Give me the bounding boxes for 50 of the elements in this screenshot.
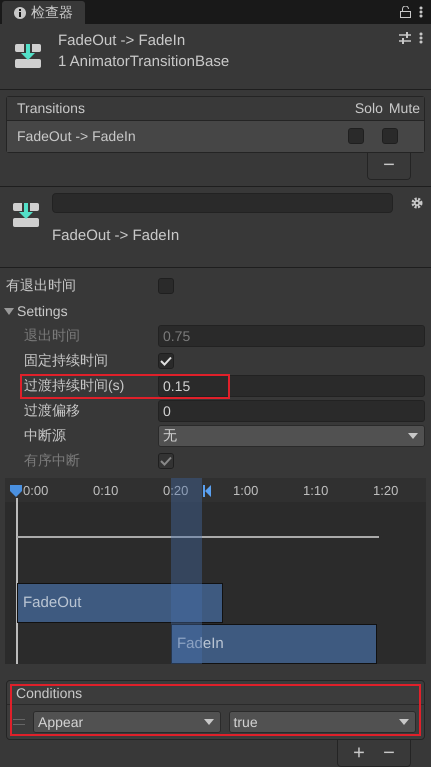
checkbox[interactable] [382,128,398,144]
time-tick: 1:00 [233,482,258,498]
field-label: 过渡偏移 [24,402,81,420]
inspector-tab[interactable]: 检查器 [2,1,85,24]
transition-count: 1 AnimatorTransitionBase [58,53,230,70]
field-label: 退出时间 [24,327,81,346]
playhead-marker-icon[interactable] [9,484,23,498]
time-tick: 1:10 [303,482,328,498]
dropdown[interactable]: 无 [158,425,425,448]
conditions-title: Conditions [16,684,82,700]
checkbox[interactable] [158,278,174,294]
lock-icon[interactable] [400,6,411,18]
sliders-icon[interactable] [399,32,411,44]
value-dropdown[interactable]: true [228,711,416,733]
info-icon [14,6,26,18]
transition-icon [12,200,40,229]
field-label: 有序中断 [24,452,81,470]
foldout-arrow-icon [4,306,14,316]
column-header: Solo [354,100,383,116]
field-label: 固定持续时间 [24,352,109,370]
dropdown-caret-icon [399,719,409,725]
add-button[interactable]: + [344,740,374,766]
transition-end-marker-icon[interactable] [203,484,211,497]
time-tick: 1:20 [373,482,398,498]
checkbox[interactable] [348,128,364,144]
more-icon[interactable] [419,6,423,18]
time-tick: 0:20 [163,482,188,498]
time-tick: 0:10 [93,482,118,498]
drag-handle-icon[interactable] [13,719,25,725]
number-field[interactable]: 0.15 [158,375,425,398]
source-clip[interactable]: FadeOut [17,582,223,623]
field-label: 过渡持续时间(s) [24,377,126,396]
column-header: Mute [388,100,420,116]
time-tick: 0:00 [23,482,48,498]
settings-foldout[interactable]: Settings [0,298,431,324]
dropdown-caret-icon [204,719,214,725]
field-label: 中断源 [24,427,67,446]
transition-icon [14,42,42,70]
checkbox[interactable] [158,353,174,370]
transition-title: FadeOut -> FadeIn [58,32,186,49]
parameter-dropdown[interactable]: Appear [33,711,220,733]
list-title: Transitions [17,100,86,116]
dropdown-caret-icon [408,433,418,440]
more-icon[interactable] [419,32,423,44]
settings-icon[interactable] [411,196,423,209]
field-label: 有退出时间 [6,277,77,296]
transition-label: FadeOut -> FadeIn [52,226,180,244]
remove-button[interactable]: − [374,740,404,766]
number-field[interactable]: 0 [158,400,425,422]
transition-timeline[interactable]: 0:00 0:10 0:20 1:00 1:10 1:20 FadeOut FadeIn [5,478,426,664]
